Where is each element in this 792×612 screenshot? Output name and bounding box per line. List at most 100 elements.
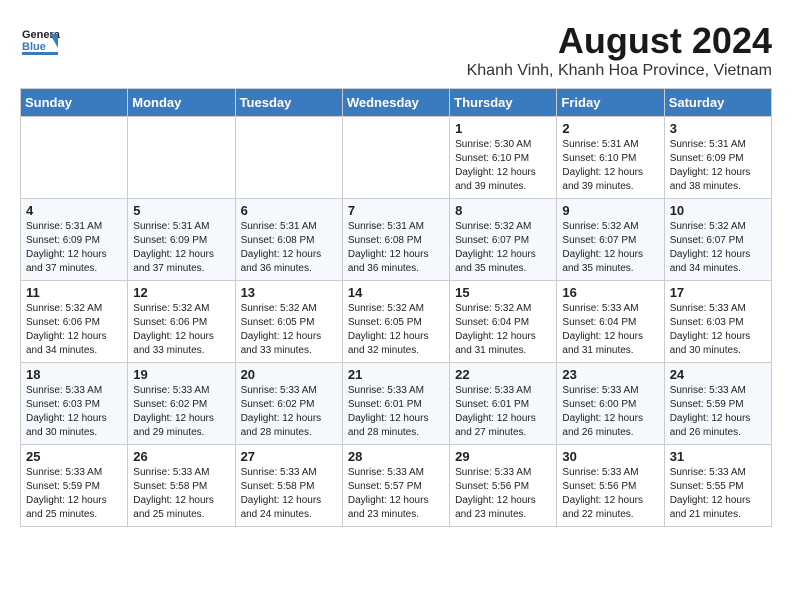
day-number: 7 [348,203,444,218]
day-number: 23 [562,367,658,382]
day-number: 12 [133,285,229,300]
calendar-cell-5-3: 27 Sunrise: 5:33 AM Sunset: 5:58 PM Dayli… [235,445,342,527]
calendar-cell-2-2: 5 Sunrise: 5:31 AM Sunset: 6:09 PM Daylig… [128,199,235,281]
calendar-cell-2-7: 10 Sunrise: 5:32 AM Sunset: 6:07 PM Dayli… [664,199,771,281]
day-info: Sunrise: 5:33 AM Sunset: 6:02 PM Dayligh… [133,384,229,440]
title-block: August 2024 Khanh Vinh, Khanh Hoa Provin… [467,20,772,80]
day-info: Sunrise: 5:31 AM Sunset: 6:08 PM Dayligh… [348,220,444,276]
weekday-header-wednesday: Wednesday [342,89,449,117]
calendar-cell-4-7: 24Sunrise: 5:33 AM Sunset: 5:59 PM Dayli… [664,363,771,445]
calendar-cell-3-7: 17Sunrise: 5:33 AM Sunset: 6:03 PM Dayli… [664,281,771,363]
weekday-header-monday: Monday [128,89,235,117]
logo: General Blue [20,20,64,65]
day-info: Sunrise: 5:31 AM Sunset: 6:08 PM Dayligh… [241,220,337,276]
day-info: Sunrise: 5:33 AM Sunset: 5:59 PM Dayligh… [26,466,122,522]
day-number: 10 [670,203,766,218]
day-number: 3 [670,121,766,136]
calendar-cell-1-5: 1 Sunrise: 5:30 AM Sunset: 6:10 PM Daylig… [450,117,557,199]
calendar-cell-4-1: 18Sunrise: 5:33 AM Sunset: 6:03 PM Dayli… [21,363,128,445]
calendar-header-row: SundayMondayTuesdayWednesdayThursdayFrid… [21,89,772,117]
calendar-cell-4-4: 21Sunrise: 5:33 AM Sunset: 6:01 PM Dayli… [342,363,449,445]
calendar-cell-5-7: 31Sunrise: 5:33 AM Sunset: 5:55 PM Dayli… [664,445,771,527]
day-info: Sunrise: 5:31 AM Sunset: 6:09 PM Dayligh… [133,220,229,276]
weekday-header-tuesday: Tuesday [235,89,342,117]
day-info: Sunrise: 5:32 AM Sunset: 6:04 PM Dayligh… [455,302,551,358]
day-number: 25 [26,449,122,464]
calendar-cell-1-6: 2 Sunrise: 5:31 AM Sunset: 6:10 PM Daylig… [557,117,664,199]
svg-text:Blue: Blue [22,41,46,53]
day-number: 15 [455,285,551,300]
day-info: Sunrise: 5:31 AM Sunset: 6:10 PM Dayligh… [562,138,658,194]
day-number: 29 [455,449,551,464]
calendar-cell-3-4: 14Sunrise: 5:32 AM Sunset: 6:05 PM Dayli… [342,281,449,363]
day-info: Sunrise: 5:31 AM Sunset: 6:09 PM Dayligh… [26,220,122,276]
calendar-cell-3-6: 16 Sunrise: 5:33 AM Sunset: 6:04 PM Dayli… [557,281,664,363]
day-info: Sunrise: 5:32 AM Sunset: 6:07 PM Dayligh… [562,220,658,276]
day-info: Sunrise: 5:33 AM Sunset: 6:00 PM Dayligh… [562,384,658,440]
day-number: 24 [670,367,766,382]
day-number: 20 [241,367,337,382]
day-info: Sunrise: 5:32 AM Sunset: 6:05 PM Dayligh… [241,302,337,358]
day-number: 17 [670,285,766,300]
calendar-cell-2-1: 4 Sunrise: 5:31 AM Sunset: 6:09 PM Daylig… [21,199,128,281]
calendar-cell-5-1: 25 Sunrise: 5:33 AM Sunset: 5:59 PM Dayli… [21,445,128,527]
calendar-cell-5-2: 26 Sunrise: 5:33 AM Sunset: 5:58 PM Dayli… [128,445,235,527]
calendar-cell-4-6: 23 Sunrise: 5:33 AM Sunset: 6:00 PM Dayli… [557,363,664,445]
day-info: Sunrise: 5:32 AM Sunset: 6:07 PM Dayligh… [455,220,551,276]
day-info: Sunrise: 5:32 AM Sunset: 6:06 PM Dayligh… [26,302,122,358]
calendar-cell-3-1: 11Sunrise: 5:32 AM Sunset: 6:06 PM Dayli… [21,281,128,363]
day-number: 27 [241,449,337,464]
day-info: Sunrise: 5:33 AM Sunset: 5:58 PM Dayligh… [241,466,337,522]
day-info: Sunrise: 5:33 AM Sunset: 6:01 PM Dayligh… [348,384,444,440]
calendar-cell-3-5: 15 Sunrise: 5:32 AM Sunset: 6:04 PM Dayli… [450,281,557,363]
calendar-cell-1-2 [128,117,235,199]
day-number: 30 [562,449,658,464]
day-info: Sunrise: 5:33 AM Sunset: 5:56 PM Dayligh… [455,466,551,522]
day-info: Sunrise: 5:32 AM Sunset: 6:06 PM Dayligh… [133,302,229,358]
day-number: 13 [241,285,337,300]
day-number: 8 [455,203,551,218]
calendar-cell-4-5: 22Sunrise: 5:33 AM Sunset: 6:01 PM Dayli… [450,363,557,445]
calendar-week-2: 4 Sunrise: 5:31 AM Sunset: 6:09 PM Daylig… [21,199,772,281]
calendar-cell-1-1 [21,117,128,199]
day-number: 26 [133,449,229,464]
weekday-header-thursday: Thursday [450,89,557,117]
logo-icon: General Blue [20,20,60,65]
calendar-subtitle: Khanh Vinh, Khanh Hoa Province, Vietnam [467,62,772,80]
day-number: 9 [562,203,658,218]
day-info: Sunrise: 5:33 AM Sunset: 6:04 PM Dayligh… [562,302,658,358]
calendar-cell-5-4: 28 Sunrise: 5:33 AM Sunset: 5:57 PM Dayli… [342,445,449,527]
calendar-cell-4-3: 20Sunrise: 5:33 AM Sunset: 6:02 PM Dayli… [235,363,342,445]
calendar-cell-5-5: 29 Sunrise: 5:33 AM Sunset: 5:56 PM Dayli… [450,445,557,527]
calendar-cell-1-7: 3Sunrise: 5:31 AM Sunset: 6:09 PM Daylig… [664,117,771,199]
calendar-cell-2-3: 6Sunrise: 5:31 AM Sunset: 6:08 PM Daylig… [235,199,342,281]
calendar-cell-1-3 [235,117,342,199]
calendar-week-4: 18Sunrise: 5:33 AM Sunset: 6:03 PM Dayli… [21,363,772,445]
day-number: 19 [133,367,229,382]
calendar-cell-3-3: 13 Sunrise: 5:32 AM Sunset: 6:05 PM Dayli… [235,281,342,363]
calendar-cell-2-4: 7 Sunrise: 5:31 AM Sunset: 6:08 PM Daylig… [342,199,449,281]
calendar-title: August 2024 [467,20,772,62]
day-number: 4 [26,203,122,218]
day-info: Sunrise: 5:32 AM Sunset: 6:05 PM Dayligh… [348,302,444,358]
calendar-cell-1-4 [342,117,449,199]
calendar-cell-2-5: 8 Sunrise: 5:32 AM Sunset: 6:07 PM Daylig… [450,199,557,281]
calendar-cell-4-2: 19 Sunrise: 5:33 AM Sunset: 6:02 PM Dayli… [128,363,235,445]
calendar-week-3: 11Sunrise: 5:32 AM Sunset: 6:06 PM Dayli… [21,281,772,363]
day-info: Sunrise: 5:33 AM Sunset: 5:58 PM Dayligh… [133,466,229,522]
day-number: 2 [562,121,658,136]
day-info: Sunrise: 5:33 AM Sunset: 5:56 PM Dayligh… [562,466,658,522]
day-info: Sunrise: 5:30 AM Sunset: 6:10 PM Dayligh… [455,138,551,194]
calendar-week-1: 1 Sunrise: 5:30 AM Sunset: 6:10 PM Daylig… [21,117,772,199]
day-number: 16 [562,285,658,300]
day-number: 5 [133,203,229,218]
day-info: Sunrise: 5:33 AM Sunset: 5:57 PM Dayligh… [348,466,444,522]
weekday-header-sunday: Sunday [21,89,128,117]
calendar-table: SundayMondayTuesdayWednesdayThursdayFrid… [20,88,772,527]
day-info: Sunrise: 5:32 AM Sunset: 6:07 PM Dayligh… [670,220,766,276]
day-number: 1 [455,121,551,136]
calendar-cell-5-6: 30 Sunrise: 5:33 AM Sunset: 5:56 PM Dayli… [557,445,664,527]
weekday-header-friday: Friday [557,89,664,117]
day-number: 28 [348,449,444,464]
day-info: Sunrise: 5:33 AM Sunset: 6:03 PM Dayligh… [26,384,122,440]
